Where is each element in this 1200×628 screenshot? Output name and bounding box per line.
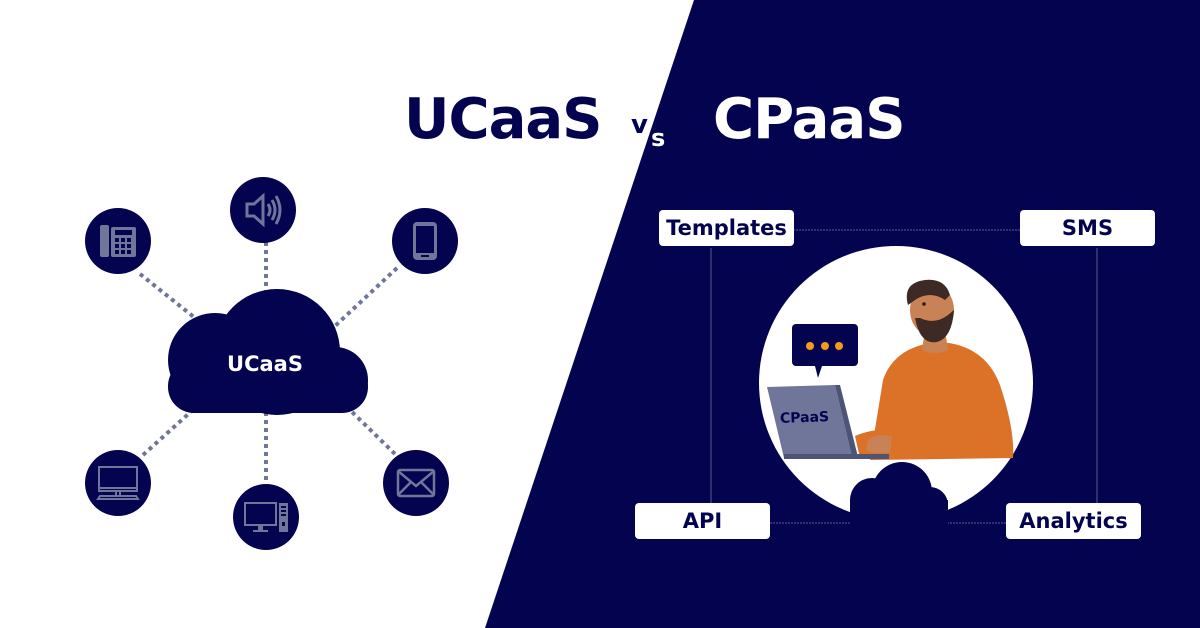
analytics-box: Analytics: [1006, 503, 1141, 539]
templates-box: Templates: [659, 210, 794, 246]
sms-box: SMS: [1020, 210, 1155, 246]
laptop-screen-label: CPaaS: [779, 409, 830, 427]
api-box: API: [635, 503, 770, 539]
typing-dots-icon: [806, 342, 843, 350]
